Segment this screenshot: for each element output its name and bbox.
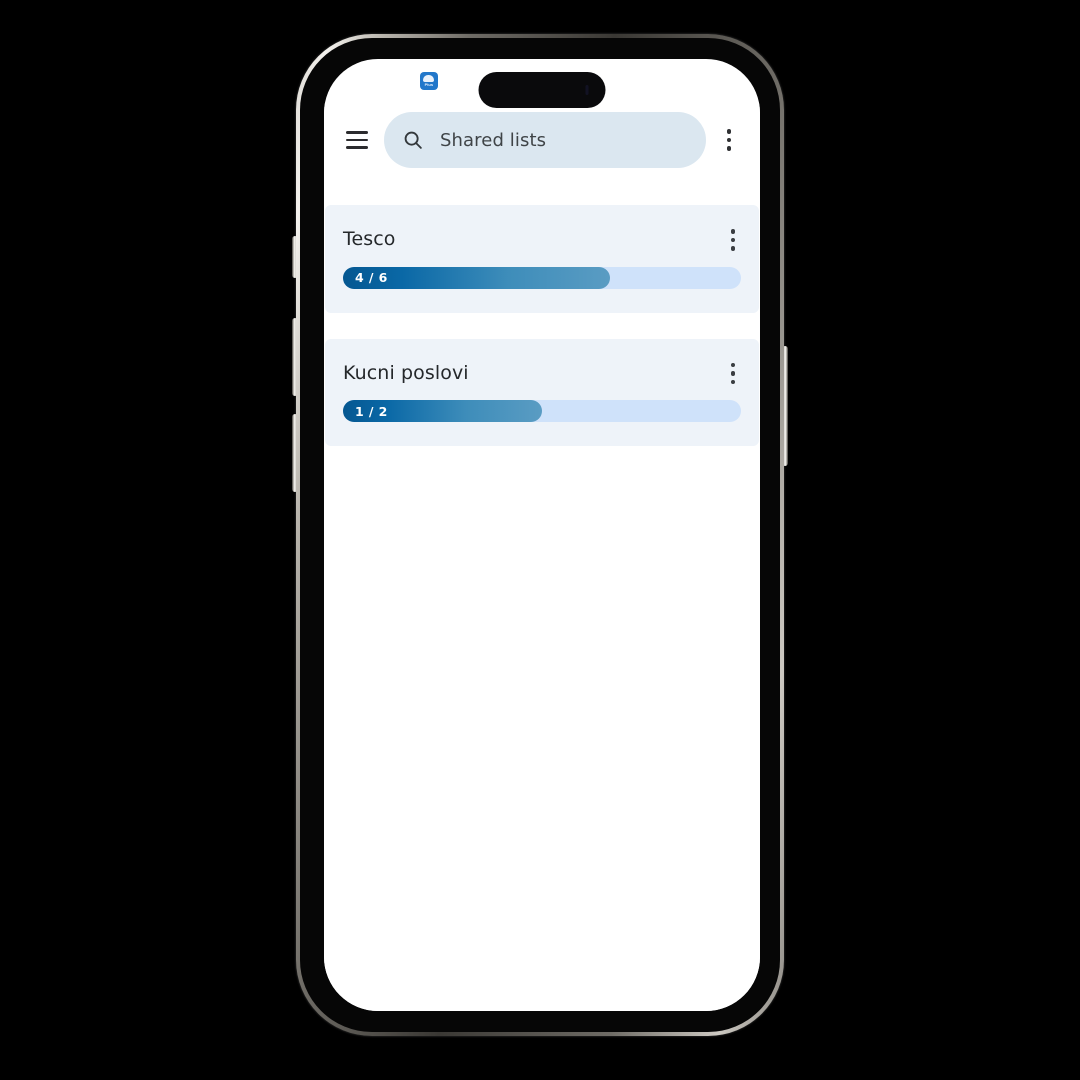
list-item-progress-fill: 1 / 2 bbox=[343, 400, 542, 422]
status-time: 6:29 bbox=[346, 72, 377, 90]
app-badge-label: Plus bbox=[424, 82, 434, 87]
list-item[interactable]: Kucni poslovi 1 / 2 bbox=[325, 338, 759, 446]
wifi-icon bbox=[694, 75, 707, 87]
list-item-title: Kucni poslovi bbox=[343, 361, 469, 384]
alarm-icon bbox=[658, 75, 671, 87]
list-item-progress-fill: 4 / 6 bbox=[343, 266, 610, 289]
dynamic-island[interactable] bbox=[478, 72, 606, 108]
search-icon bbox=[404, 131, 422, 149]
list-item-progress-label: 1 / 2 bbox=[355, 403, 388, 419]
list-item-menu-icon[interactable] bbox=[719, 361, 742, 387]
signal-icon bbox=[675, 76, 690, 86]
search-input[interactable]: Shared lists bbox=[384, 112, 706, 168]
list-item-progress-track: 1 / 2 bbox=[343, 400, 741, 422]
status-bar-right: 54% bbox=[658, 73, 742, 90]
shared-lists-container: Tesco 4 / 6 Kucni poslovi 1 / 2 bbox=[324, 177, 760, 1011]
app-bar: Shared lists bbox=[324, 103, 760, 177]
more-vertical-icon[interactable] bbox=[712, 121, 746, 159]
app-badge-glyph bbox=[423, 75, 435, 82]
search-placeholder-text: Shared lists bbox=[440, 129, 547, 151]
message-icon bbox=[381, 74, 395, 88]
phone-bezel: 6:29 Plus 54% Shared lists Tesco 4 / 6 K… bbox=[300, 38, 780, 1032]
phone-screen: 6:29 Plus 54% Shared lists Tesco 4 / 6 K… bbox=[324, 59, 760, 1011]
battery-percentage: 54% bbox=[711, 72, 742, 90]
list-item-menu-icon[interactable] bbox=[719, 227, 742, 253]
list-item-progress-label: 4 / 6 bbox=[355, 270, 388, 285]
list-item-header: Tesco bbox=[343, 227, 741, 253]
status-bar-left: 6:29 Plus bbox=[342, 72, 438, 90]
contact-icon bbox=[399, 74, 413, 88]
app-badge-icon: Plus bbox=[419, 72, 438, 90]
screenshot-canvas: 6:29 Plus 54% Shared lists Tesco 4 / 6 K… bbox=[0, 0, 1080, 1080]
phone-frame: 6:29 Plus 54% Shared lists Tesco 4 / 6 K… bbox=[296, 34, 784, 1036]
hamburger-menu-icon[interactable] bbox=[338, 121, 376, 159]
list-item-progress-track: 4 / 6 bbox=[343, 266, 741, 289]
list-item-header: Kucni poslovi bbox=[343, 361, 741, 387]
front-camera-icon bbox=[585, 85, 589, 95]
list-item-title: Tesco bbox=[343, 228, 396, 250]
list-item[interactable]: Tesco 4 / 6 bbox=[325, 205, 759, 313]
